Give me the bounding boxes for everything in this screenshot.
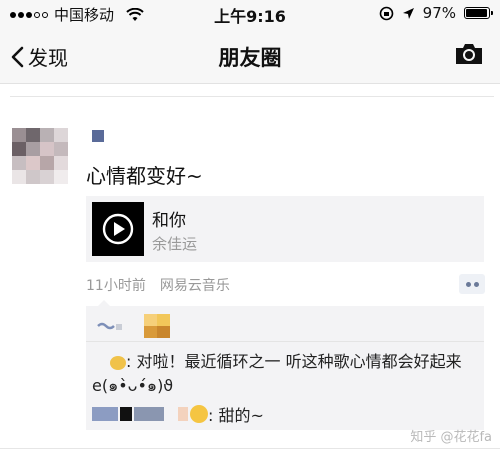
comment-text: : 甜的~ (208, 406, 264, 425)
watermark: 知乎 @花花fa (410, 430, 492, 445)
emoji-icon (190, 405, 208, 423)
post-meta: 11小时前 网易云音乐 (86, 275, 230, 295)
post-source[interactable]: 网易云音乐 (160, 275, 230, 295)
song-artist: 余佳运 (152, 235, 198, 253)
comment-action-button[interactable] (459, 274, 485, 294)
song-title: 和你 (152, 211, 186, 231)
post-time: 11小时前 (86, 278, 146, 294)
camera-icon[interactable] (454, 42, 484, 66)
avatar[interactable] (12, 128, 68, 184)
comment-text: : 对啦！最近循环之一 听这种歌心情都会好起来e(๑•̀ᴗ•́๑)ϑ (92, 352, 462, 395)
commenter-name-blurred[interactable] (110, 355, 126, 370)
divider (10, 96, 494, 97)
username-blurred[interactable] (92, 130, 104, 142)
location-icon (402, 7, 414, 19)
status-bar: 中国移动 上午9:16 97% (0, 0, 500, 28)
rotation-lock-icon (379, 6, 393, 20)
page-title: 朋友圈 (218, 46, 282, 70)
divider (0, 448, 500, 449)
nav-bar: 发现 朋友圈 (0, 28, 500, 84)
battery-percent: 97% (422, 4, 456, 22)
album-cover (92, 202, 144, 256)
comment[interactable]: : 对啦！最近循环之一 听这种歌心情都会好起来e(๑•̀ᴗ•́๑)ϑ (92, 350, 482, 398)
play-icon[interactable] (92, 202, 144, 256)
likes-row (86, 306, 484, 342)
music-card[interactable]: 和你 余佳运 (86, 196, 484, 262)
commenter-name-blurred[interactable] (92, 407, 118, 421)
heart-icon (97, 322, 122, 330)
battery-fill (466, 9, 488, 17)
status-right: 97% (379, 4, 493, 22)
battery-icon (464, 7, 493, 19)
post-text: 心情都变好~ (86, 164, 203, 188)
like-avatar[interactable] (144, 314, 170, 338)
comment[interactable]: : 甜的~ (92, 402, 264, 426)
comments-panel: : 对啦！最近循环之一 听这种歌心情都会好起来e(๑•̀ᴗ•́๑)ϑ : 甜的~ (86, 300, 484, 430)
